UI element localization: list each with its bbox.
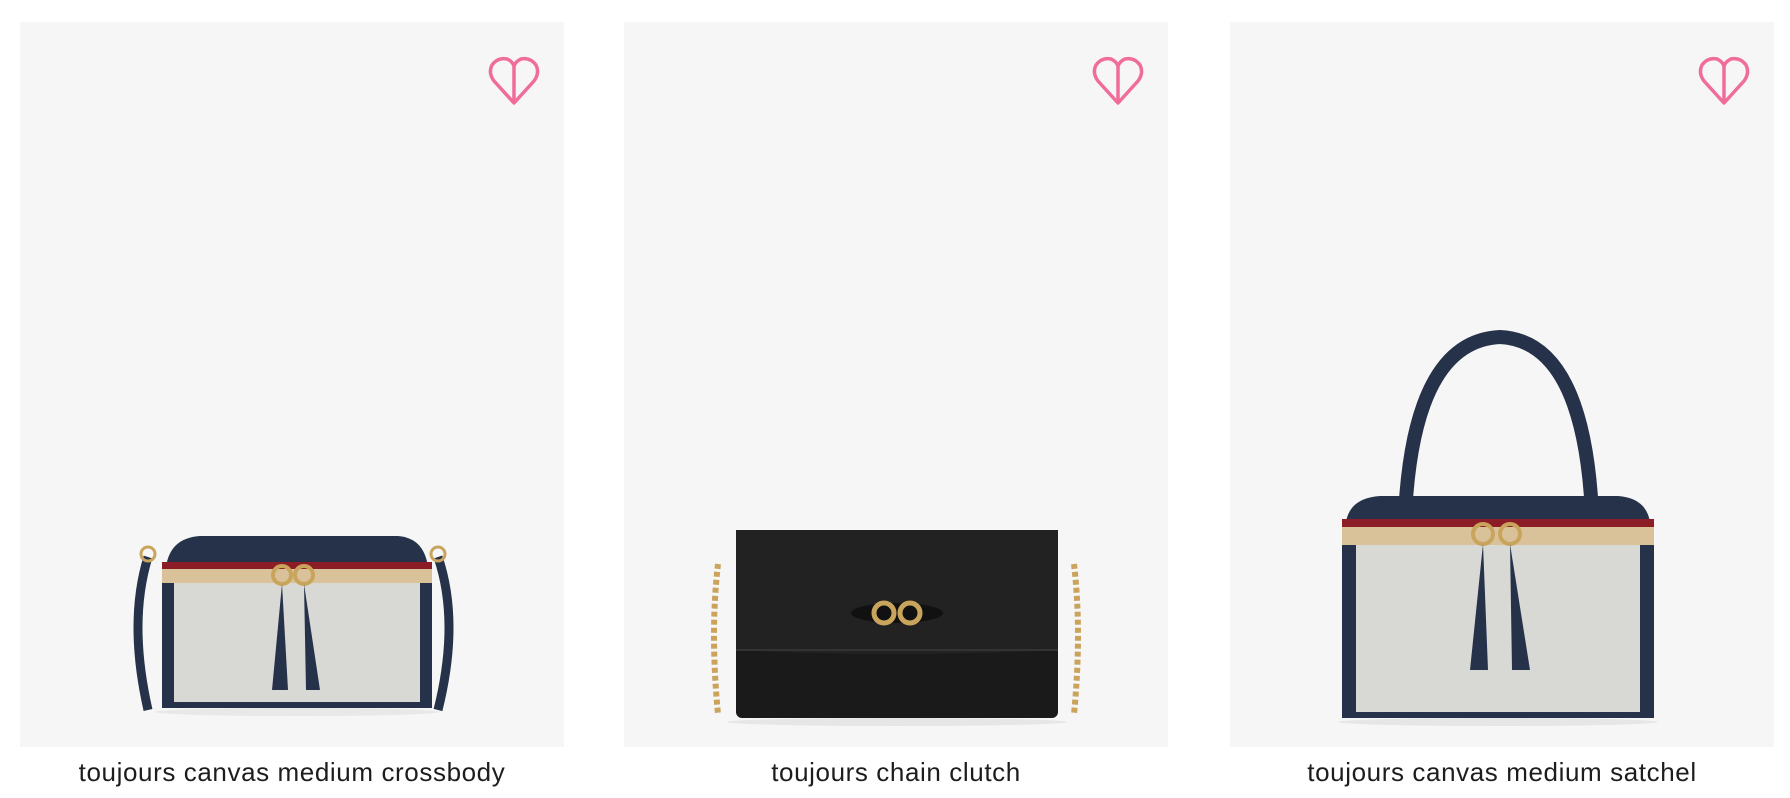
wishlist-heart-icon[interactable]: [1090, 53, 1146, 109]
product-name[interactable]: toujours canvas medium satchel: [1230, 755, 1774, 789]
product-grid: toujours canvas medium crossbody toujour…: [0, 0, 1790, 798]
wishlist-heart-icon[interactable]: [486, 53, 542, 109]
product-image-frame[interactable]: [624, 22, 1168, 747]
product-card[interactable]: toujours chain clutch: [624, 22, 1168, 789]
product-image-frame[interactable]: [20, 22, 564, 747]
product-name[interactable]: toujours canvas medium crossbody: [20, 755, 564, 789]
product-image-clutch[interactable]: [624, 22, 1168, 747]
product-card[interactable]: toujours canvas medium crossbody: [20, 22, 564, 789]
product-image-satchel[interactable]: [1230, 22, 1774, 747]
product-card[interactable]: toujours canvas medium satchel: [1230, 22, 1774, 789]
product-image-frame[interactable]: [1230, 22, 1774, 747]
wishlist-heart-icon[interactable]: [1696, 53, 1752, 109]
product-name[interactable]: toujours chain clutch: [624, 755, 1168, 789]
product-image-crossbody[interactable]: [20, 22, 564, 747]
